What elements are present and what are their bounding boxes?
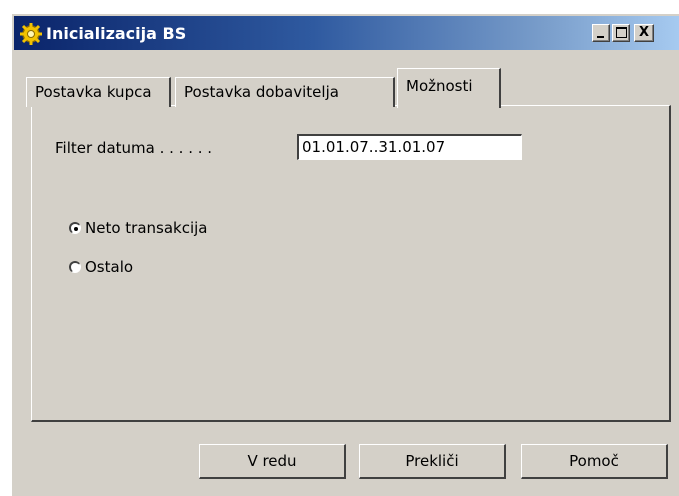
- maximize-icon: [616, 27, 627, 38]
- radio-label: Neto transakcija: [85, 219, 208, 237]
- radio-label: Ostalo: [85, 258, 134, 276]
- maximize-button[interactable]: [612, 24, 630, 42]
- window-title: Inicializacija BS: [46, 24, 187, 43]
- cancel-button[interactable]: Prekliči: [359, 444, 506, 479]
- date-filter-input[interactable]: 01.01.07..31.01.07: [297, 134, 522, 160]
- tab-customer-setup[interactable]: Postavka kupca: [26, 77, 171, 107]
- tab-label: Postavka kupca: [35, 83, 152, 101]
- app-gear-icon: [20, 23, 42, 45]
- tab-vendor-setup[interactable]: Postavka dobavitelja: [175, 77, 395, 107]
- minimize-icon: [597, 36, 604, 38]
- minimize-button[interactable]: [592, 24, 610, 42]
- tab-label: Možnosti: [406, 77, 473, 95]
- date-filter-label: Filter datuma . . . . . .: [55, 139, 213, 157]
- radio-dot: [74, 227, 78, 231]
- close-icon: X: [638, 25, 650, 40]
- radio-button-checked[interactable]: [69, 222, 81, 234]
- help-button[interactable]: Pomoč: [521, 444, 668, 479]
- ok-button[interactable]: V redu: [199, 444, 346, 479]
- tab-label: Postavka dobavitelja: [184, 83, 339, 101]
- close-button[interactable]: X: [634, 24, 654, 42]
- title-bar[interactable]: Inicializacija BS X: [14, 16, 679, 50]
- tab-options[interactable]: Možnosti: [397, 68, 501, 108]
- radio-button[interactable]: [69, 261, 81, 273]
